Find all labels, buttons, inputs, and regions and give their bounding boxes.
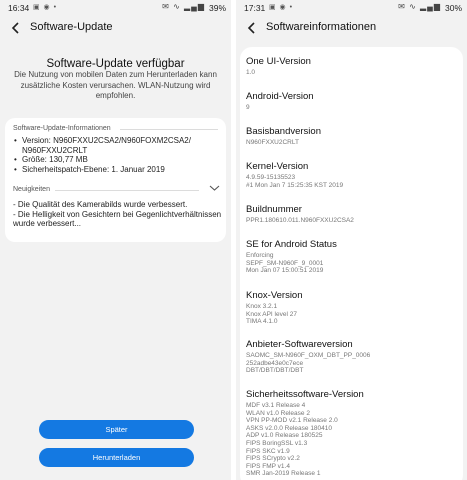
security-patch-item: Sicherheitspatch-Ebene: 1. Januar 2019: [14, 165, 219, 175]
notification-icons: ▣ ◉ •: [269, 4, 294, 11]
software-info-screen: 17:31 ▣ ◉ • ✉ ∿ ▂▄▆ 30% Softwareinformat…: [236, 0, 467, 480]
item-value: PPR1.180610.011.N960FXXU2CSA2: [246, 217, 354, 224]
one-ui-version-item[interactable]: One UI-Version 1.0: [246, 56, 456, 77]
item-value: Knox 3.2.1 Knox API level 27 TIMA 4.1.0: [246, 303, 297, 326]
status-time: 17:31: [244, 3, 266, 13]
page-title: Software-Update: [30, 21, 113, 33]
download-button[interactable]: Herunterladen: [39, 448, 194, 467]
version-item: Version: N960FXXU2CSA2/N960FOXM2CSA2/ N9…: [14, 136, 219, 155]
back-icon[interactable]: [8, 20, 24, 36]
update-headline: Software-Update verfügbar: [46, 58, 185, 70]
vendor-software-version-item[interactable]: Anbieter-Softwareversion SAOMC_SM-N960F_…: [246, 339, 456, 375]
item-title: Android-Version: [246, 91, 314, 102]
system-status-icons: ✉ ∿ ▂▄▆: [398, 2, 441, 11]
release-note-line: - Die Qualität des Kamerabilds wurde ver…: [13, 200, 188, 209]
item-value: 4.9.59-15135523 #1 Mon Jan 7 15:25:35 KS…: [246, 174, 344, 189]
size-item: Größe: 130,77 MB: [14, 155, 219, 165]
update-info-list: Version: N960FXXU2CSA2/N960FOXM2CSA2/ N9…: [14, 136, 219, 174]
knox-version-item[interactable]: Knox-Version Knox 3.2.1 Knox API level 2…: [246, 290, 456, 326]
item-title: Anbieter-Softwareversion: [246, 339, 353, 350]
android-version-item[interactable]: Android-Version 9: [246, 91, 456, 112]
app-bar: Software-Update: [0, 18, 231, 40]
se-android-status-item[interactable]: SE for Android Status Enforcing SEPF_SM-…: [246, 239, 456, 275]
status-bar: 17:31 ▣ ◉ • ✉ ∿ ▂▄▆ 30%: [236, 0, 467, 14]
item-value: SAOMC_SM-N960F_OXM_DBT_PP_0006 252adbe43…: [246, 352, 371, 375]
update-info-label: Software-Update-Informationen: [13, 125, 111, 132]
item-value: Enforcing SEPF_SM-N960F_9_0001 Mon Jan 0…: [246, 252, 324, 275]
baseband-version-item[interactable]: Basisbandversion N960FXXU2CRLT: [246, 126, 456, 147]
item-title: SE for Android Status: [246, 239, 337, 250]
software-update-screen: 16:34 ▣ ◉ • ✉ ∿ ▂▄▆ 39% Software-Update …: [0, 0, 231, 480]
later-button[interactable]: Später: [39, 420, 194, 439]
item-title: One UI-Version: [246, 56, 311, 67]
battery-level: 30%: [444, 3, 462, 13]
item-title: Basisbandversion: [246, 126, 321, 137]
section-divider: [55, 190, 199, 191]
battery-level: 39%: [208, 3, 226, 13]
software-info-card: One UI-Version 1.0 Android-Version 9 Bas…: [240, 47, 463, 480]
news-label: Neuigkeiten: [13, 186, 50, 193]
item-value: 1.0: [246, 69, 256, 76]
page-title: Softwareinformationen: [266, 21, 377, 33]
security-software-version-item[interactable]: Sicherheitssoftware-Version MDF v3.1 Rel…: [246, 389, 456, 478]
build-number-item[interactable]: Buildnummer PPR1.180610.011.N960FXXU2CSA…: [246, 204, 456, 225]
item-title: Kernel-Version: [246, 161, 309, 172]
notification-icons: ▣ ◉ •: [33, 4, 58, 11]
release-note-line: - Die Helligkeit von Gesichtern bei Gege…: [13, 209, 222, 229]
data-usage-notice: Die Nutzung von mobilen Daten zum Herunt…: [14, 70, 217, 100]
kernel-version-item[interactable]: Kernel-Version 4.9.59-15135523 #1 Mon Ja…: [246, 161, 456, 189]
item-value: MDF v3.1 Release 4 WLAN v1.0 Release 2 V…: [246, 402, 338, 478]
app-bar: Softwareinformationen: [236, 18, 467, 40]
chevron-down-icon[interactable]: [209, 184, 220, 192]
item-title: Buildnummer: [246, 204, 302, 215]
back-icon[interactable]: [244, 20, 260, 36]
item-title: Knox-Version: [246, 290, 303, 301]
update-info-card: Software-Update-Informationen Version: N…: [5, 118, 226, 242]
item-value: 9: [246, 104, 250, 111]
section-divider: [120, 129, 218, 130]
status-bar: 16:34 ▣ ◉ • ✉ ∿ ▂▄▆ 39%: [0, 0, 231, 14]
item-value: N960FXXU2CRLT: [246, 139, 299, 146]
item-title: Sicherheitssoftware-Version: [246, 389, 364, 400]
status-time: 16:34: [8, 3, 30, 13]
system-status-icons: ✉ ∿ ▂▄▆: [162, 2, 205, 11]
release-notes: - Die Qualität des Kamerabilds wurde ver…: [13, 200, 222, 229]
